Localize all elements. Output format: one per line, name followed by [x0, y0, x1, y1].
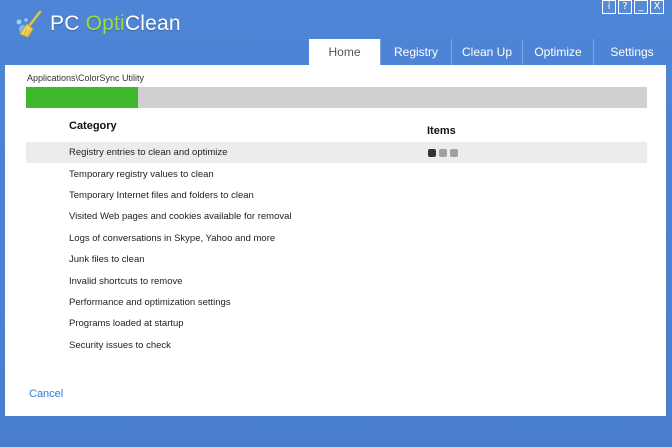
category-label: Registry entries to clean and optimize	[69, 147, 228, 159]
app-window: PC OptiClean i ? _ X Home Registry Clean…	[0, 0, 672, 447]
category-row-conversation-logs: Logs of conversations in Skype, Yahoo an…	[26, 228, 647, 249]
tab-clean-up[interactable]: Clean Up	[451, 39, 522, 65]
category-row-invalid-shortcuts: Invalid shortcuts to remove	[26, 270, 647, 291]
app-logo: PC OptiClean	[14, 8, 181, 40]
category-row-visited-web-pages: Visited Web pages and cookies available …	[26, 206, 647, 227]
loading-indicator	[428, 148, 458, 157]
category-label: Junk files to clean	[69, 254, 145, 266]
window-controls: i ? _ X	[602, 0, 664, 14]
loading-dot	[428, 148, 436, 157]
scan-progress-bar	[26, 87, 647, 108]
category-label: Temporary Internet files and folders to …	[69, 189, 254, 201]
app-title: PC OptiClean	[50, 12, 181, 35]
minimize-button[interactable]: _	[634, 0, 648, 14]
loading-dot	[450, 148, 458, 157]
column-header-category: Category	[69, 120, 117, 132]
tab-optimize[interactable]: Optimize	[522, 39, 593, 65]
category-row-temporary-registry: Temporary registry values to clean	[26, 163, 647, 184]
tab-home[interactable]: Home	[309, 39, 380, 65]
category-row-registry-entries: Registry entries to clean and optimize	[26, 142, 647, 164]
category-label: Visited Web pages and cookies available …	[69, 211, 292, 223]
category-row-temporary-internet-files: Temporary Internet files and folders to …	[26, 185, 647, 206]
progress-fill	[26, 87, 138, 108]
broom-icon	[16, 10, 42, 38]
content-panel: Applications\ColorSync Utility Category …	[5, 65, 666, 416]
category-row-security-issues: Security issues to check	[26, 335, 647, 356]
loading-dot	[439, 148, 447, 157]
main-tabs: Home Registry Clean Up Optimize Settings	[309, 39, 670, 65]
help-button[interactable]: ?	[618, 0, 632, 14]
cancel-link[interactable]: Cancel	[29, 388, 63, 400]
category-row-junk-files: Junk files to clean	[26, 249, 647, 270]
close-button[interactable]: X	[650, 0, 664, 14]
info-button[interactable]: i	[602, 0, 616, 14]
category-row-startup-programs: Programs loaded at startup	[26, 313, 647, 334]
tab-settings[interactable]: Settings	[593, 39, 670, 65]
category-label: Invalid shortcuts to remove	[69, 275, 183, 287]
category-label: Performance and optimization settings	[69, 296, 231, 308]
category-label: Logs of conversations in Skype, Yahoo an…	[69, 232, 276, 244]
category-label: Security issues to check	[69, 339, 171, 351]
category-row-performance-settings: Performance and optimization settings	[26, 292, 647, 313]
category-label: Temporary registry values to clean	[69, 168, 214, 180]
scan-path: Applications\ColorSync Utility	[27, 73, 145, 83]
tab-registry[interactable]: Registry	[380, 39, 451, 65]
category-label: Programs loaded at startup	[69, 318, 184, 330]
category-list: Registry entries to clean and optimize T…	[26, 142, 647, 356]
column-header-items: Items	[427, 125, 456, 137]
